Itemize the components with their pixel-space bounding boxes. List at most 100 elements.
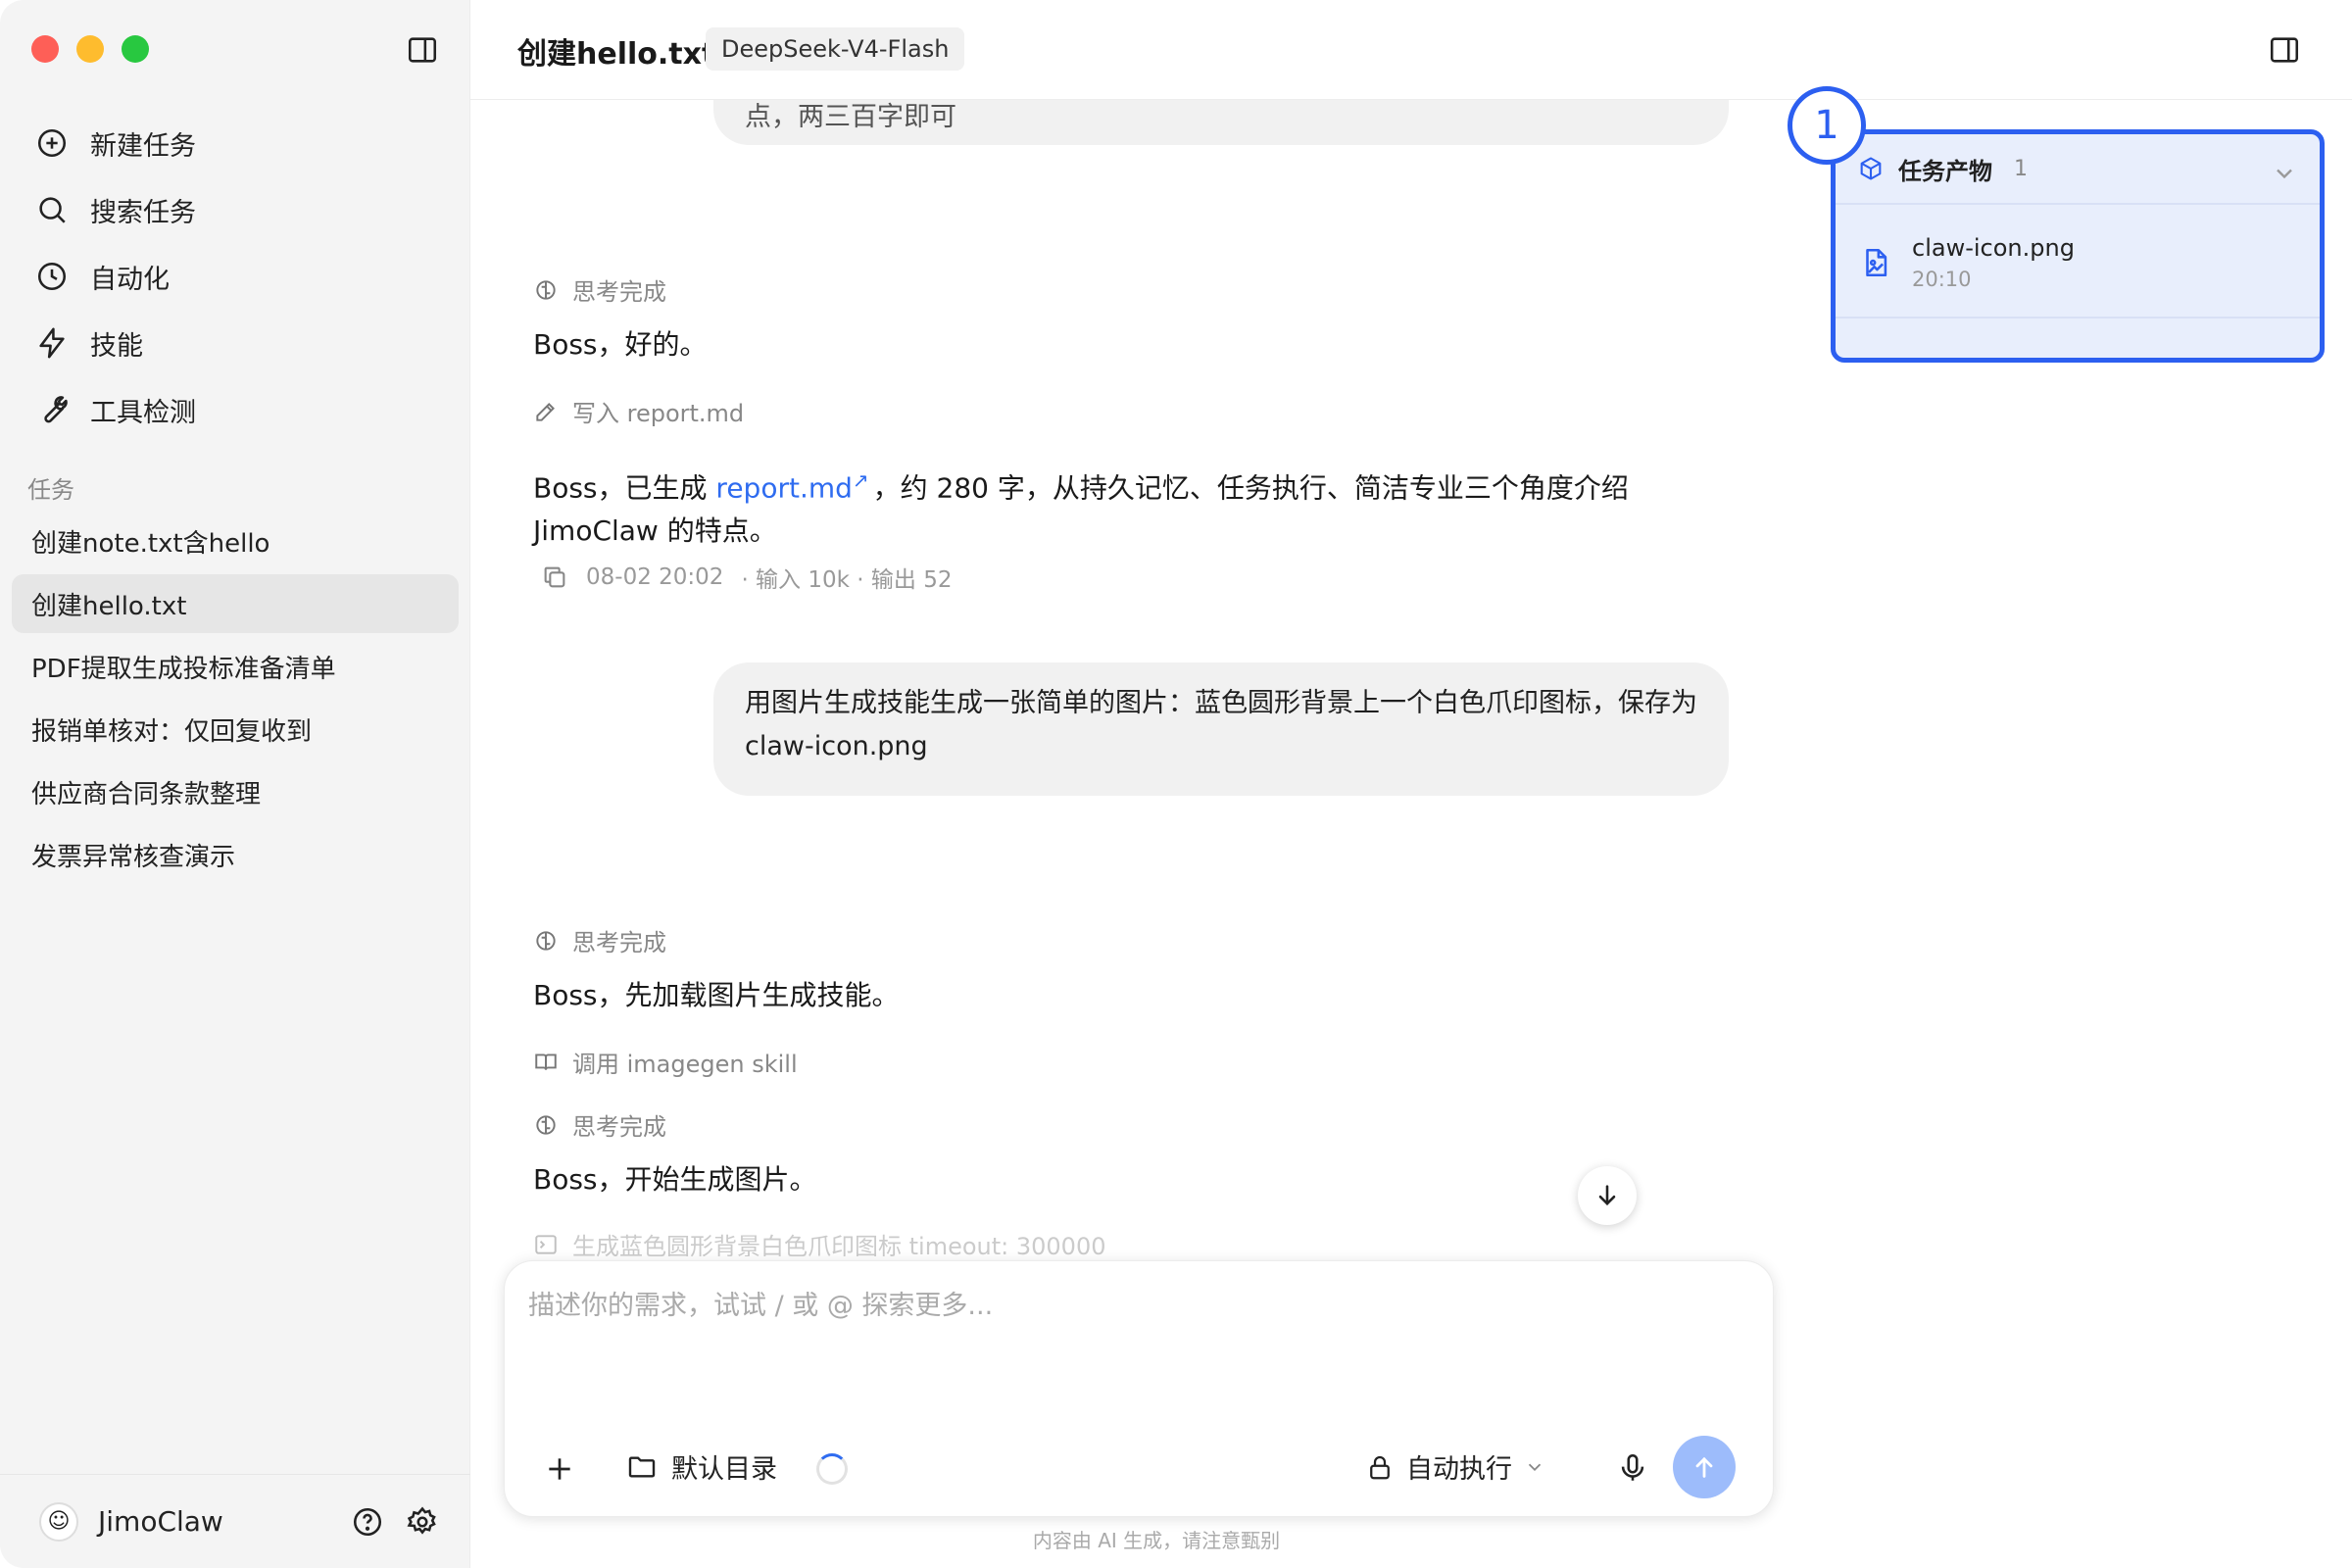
thinking-status[interactable]: 思考完成 [533, 1107, 666, 1142]
token-usage: · 输入 10k · 输出 52 [741, 567, 953, 593]
help-icon[interactable] [351, 1505, 384, 1539]
scroll-to-bottom-button[interactable] [1578, 1166, 1637, 1225]
chevron-down-icon[interactable] [2271, 160, 2298, 187]
tasks-section-label: 任务 [27, 476, 74, 504]
thinking-status[interactable]: 思考完成 [533, 272, 666, 307]
sidebar-toggle-icon[interactable] [406, 33, 439, 67]
terminal-icon [535, 1234, 557, 1254]
thinking-label: 思考完成 [572, 929, 666, 956]
sidebar-item-search[interactable]: 搜索任务 [12, 176, 459, 243]
thinking-status[interactable]: 思考完成 [533, 923, 666, 957]
plus-circle-icon [37, 128, 67, 158]
user-message-bubble: 用图片生成技能生成一张简单的图片：蓝色圆形背景上一个白色爪印图标，保存为 cla… [713, 662, 1729, 796]
task-item[interactable]: 发票异常核查演示 [12, 825, 459, 884]
add-attachment-icon[interactable] [544, 1453, 575, 1485]
task-item[interactable]: 报销单核对：仅回复收到 [12, 700, 459, 759]
copy-icon[interactable] [541, 564, 568, 591]
arrow-down-icon [1598, 1185, 1616, 1205]
tool-call-write[interactable]: 写入 report.md [533, 394, 744, 428]
artifact-time: 20:10 [1912, 268, 1972, 291]
app-window: 新建任务 搜索任务 自动化 技能 工具检测 任务 创建note.txt含hell… [0, 0, 2352, 1568]
sidebar-footer: ☺ JimoClaw [0, 1474, 470, 1568]
chevron-down-icon [1528, 1463, 1542, 1471]
top-bar: 创建hello.txt DeepSeek-V4-Flash [470, 0, 2352, 100]
artifact-name: claw-icon.png [1912, 234, 2075, 262]
book-icon [535, 1053, 557, 1070]
microphone-icon[interactable] [1616, 1451, 1649, 1485]
lightning-icon [39, 327, 65, 359]
artifact-info: claw-icon.png 20:10 [1912, 234, 2075, 291]
zoom-window-button[interactable] [122, 35, 149, 63]
sidebar-item-automation[interactable]: 自动化 [12, 243, 459, 310]
execution-mode-label: 自动执行 [1406, 1454, 1512, 1485]
task-item[interactable]: 创建note.txt含hello [12, 512, 459, 570]
model-badge[interactable]: DeepSeek-V4-Flash [706, 27, 965, 71]
loading-spinner [816, 1453, 848, 1485]
send-button[interactable] [1673, 1436, 1736, 1498]
wrench-icon [44, 396, 68, 423]
minimize-window-button[interactable] [76, 35, 104, 63]
sidebar-item-label: 技能 [90, 330, 143, 362]
artifact-item[interactable]: claw-icon.png 20:10 [1836, 209, 2320, 318]
artifacts-count: 1 [2014, 156, 2028, 181]
artifacts-title: 任务产物 [1898, 157, 1992, 185]
user-message-bubble: 点，两三百字即可 [713, 100, 1729, 145]
clock-icon [37, 262, 67, 291]
file-link[interactable]: report.md [715, 471, 852, 504]
task-item[interactable]: 供应商合同条款整理 [12, 762, 459, 821]
task-item[interactable]: PDF提取生成投标准备清单 [12, 637, 459, 696]
annotation-marker: 1 [1788, 86, 1866, 165]
page-title: 创建hello.txt [517, 37, 716, 72]
pencil-icon [536, 402, 555, 421]
brain-icon [536, 279, 556, 300]
task-item-active[interactable]: 创建hello.txt [12, 574, 459, 633]
tool-call-skill[interactable]: 调用 imagegen skill [533, 1045, 798, 1079]
thinking-label: 思考完成 [572, 278, 666, 306]
tool-call-label: 写入 report.md [572, 400, 745, 427]
task-list: 创建note.txt含hello 创建hello.txt PDF提取生成投标准备… [12, 512, 459, 888]
sidebar-item-tool-check[interactable]: 工具检测 [12, 376, 459, 443]
sidebar-item-label: 工具检测 [90, 397, 196, 428]
execution-mode-selector[interactable]: 自动执行 [1365, 1447, 1545, 1486]
sidebar-item-skills[interactable]: 技能 [12, 310, 459, 376]
sidebar-item-new-task[interactable]: 新建任务 [12, 110, 459, 176]
message-input[interactable] [528, 1291, 1743, 1321]
artifacts-header[interactable]: 任务产物 1 [1836, 134, 2320, 205]
user-message-text: 用图片生成技能生成一张简单的图片：蓝色圆形背景上一个白色爪印图标，保存为 cla… [745, 688, 1697, 761]
brain-icon [536, 930, 556, 951]
composer-toolbar: 默认目录 自动执行 [505, 1424, 1773, 1516]
user-message-text: 点，两三百字即可 [745, 102, 956, 132]
sidebar-nav: 新建任务 搜索任务 自动化 技能 工具检测 [12, 110, 459, 443]
directory-label: 默认目录 [671, 1454, 777, 1485]
assistant-reply: Boss，已生成 report.md↗ ，约 280 字，从持久记忆、任务执行、简… [533, 459, 1709, 553]
tool-call-label: 调用 imagegen skill [572, 1051, 798, 1078]
user-name: JimoClaw [98, 1505, 223, 1538]
window-controls [31, 35, 149, 63]
message-composer: 默认目录 自动执行 [504, 1260, 1774, 1517]
right-panel-toggle-icon[interactable] [2268, 33, 2301, 67]
folder-icon [628, 1455, 656, 1478]
close-window-button[interactable] [31, 35, 59, 63]
package-icon [1860, 157, 1882, 180]
assistant-reply: Boss，好的。 [533, 328, 708, 361]
message-time: 08-02 20:02 [586, 564, 724, 590]
avatar[interactable]: ☺ [39, 1501, 78, 1542]
image-file-icon [1866, 248, 1887, 277]
thinking-label: 思考完成 [572, 1113, 666, 1141]
ai-disclaimer: 内容由 AI 生成，请注意甄别 [1032, 1529, 1281, 1552]
task-artifacts-panel: 任务产物 1 claw-icon.png 20:10 [1831, 129, 2325, 363]
external-link-icon: ↗ [852, 468, 869, 492]
tool-call-generate[interactable]: 生成蓝色圆形背景白色爪印图标 timeout: 300000 [533, 1227, 1106, 1256]
sidebar-item-label: 搜索任务 [90, 197, 196, 228]
sidebar: 新建任务 搜索任务 自动化 技能 工具检测 任务 创建note.txt含hell… [0, 0, 470, 1568]
message-stats: 08-02 20:02 · 输入 10k · 输出 52 [541, 561, 952, 594]
arrow-up-icon [1695, 1456, 1713, 1478]
search-icon [39, 197, 66, 223]
settings-gear-icon[interactable] [406, 1505, 439, 1539]
tool-call-label: 生成蓝色圆形背景白色爪印图标 timeout: 300000 [572, 1233, 1106, 1256]
assistant-reply: Boss，开始生成图片。 [533, 1163, 817, 1196]
lock-icon [1370, 1455, 1390, 1479]
directory-selector[interactable]: 默认目录 [626, 1447, 777, 1486]
assistant-reply: Boss，先加载图片生成技能。 [533, 979, 900, 1011]
brain-icon [536, 1114, 556, 1135]
